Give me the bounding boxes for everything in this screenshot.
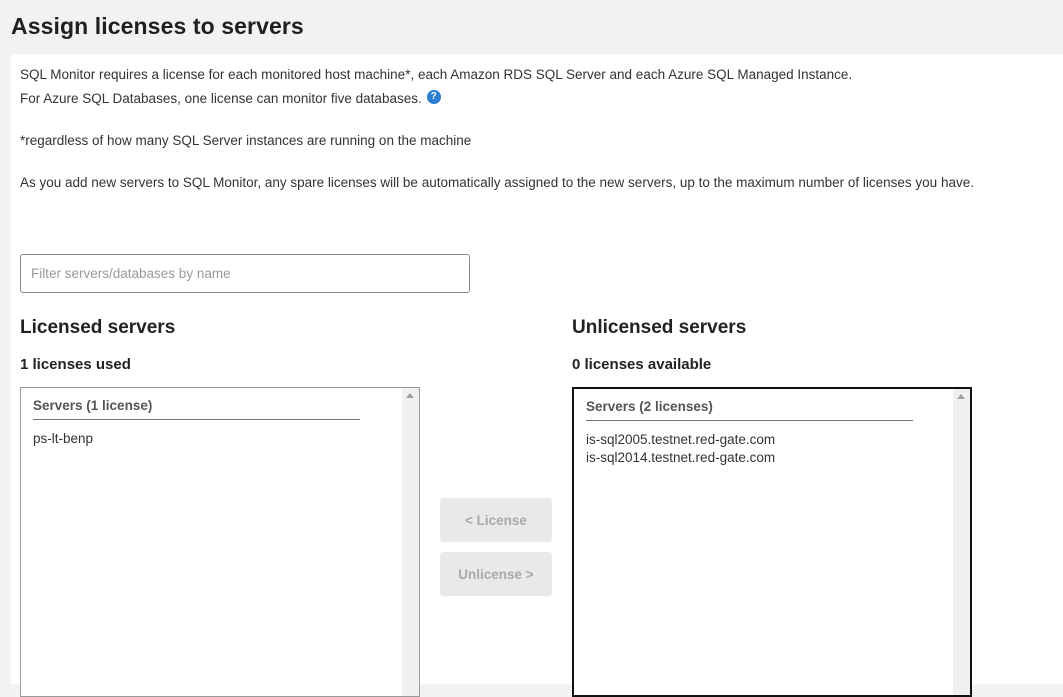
list-item[interactable]: is-sql2005.testnet.red-gate.com — [586, 431, 775, 449]
licensed-list-header: Servers (1 license) — [33, 398, 360, 420]
intro-line-2-text: For Azure SQL Databases, one license can… — [20, 91, 422, 106]
scroll-up-arrow-icon[interactable] — [406, 393, 414, 398]
unlicensed-servers-list[interactable]: Servers (2 licenses) is-sql2005.testnet.… — [572, 387, 972, 697]
intro-line-1: SQL Monitor requires a license for each … — [20, 67, 853, 82]
filter-input[interactable] — [20, 254, 470, 293]
licenses-used-label: 1 licenses used — [20, 356, 131, 373]
licensed-servers-heading: Licensed servers — [20, 317, 176, 338]
license-button[interactable]: < License — [440, 498, 552, 542]
licensed-servers-list[interactable]: Servers (1 license) ps-lt-benp — [20, 387, 420, 697]
licenses-available-label: 0 licenses available — [572, 356, 712, 373]
auto-assign-note: As you add new servers to SQL Monitor, a… — [20, 175, 974, 190]
unlicense-button[interactable]: Unlicense > — [440, 552, 552, 596]
intro-line-2: For Azure SQL Databases, one license can… — [20, 90, 441, 106]
list-item[interactable]: is-sql2014.testnet.red-gate.com — [586, 449, 775, 467]
unlicensed-servers-heading: Unlicensed servers — [572, 317, 747, 338]
main-content: SQL Monitor requires a license for each … — [11, 54, 1063, 697]
help-icon[interactable]: ? — [426, 90, 441, 104]
list-item[interactable]: ps-lt-benp — [33, 430, 93, 448]
page-title: Assign licenses to servers — [11, 13, 304, 39]
scroll-up-arrow-icon[interactable] — [957, 394, 965, 399]
unlicensed-items: is-sql2005.testnet.red-gate.com is-sql20… — [586, 431, 775, 467]
unlicensed-scrollbar[interactable] — [953, 389, 970, 695]
licensed-scrollbar[interactable] — [402, 388, 419, 696]
title-bar: Assign licenses to servers — [0, 0, 1063, 54]
unlicensed-list-header: Servers (2 licenses) — [586, 399, 913, 421]
footnote: *regardless of how many SQL Server insta… — [20, 133, 472, 148]
licensed-items: ps-lt-benp — [33, 430, 93, 448]
